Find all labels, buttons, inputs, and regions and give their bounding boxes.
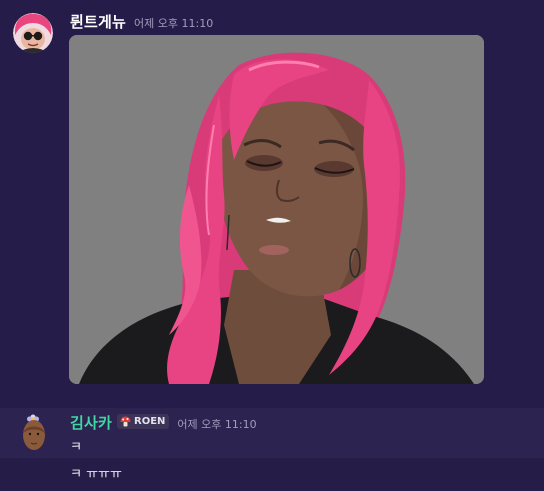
message-text: ㅋ ㅠㅠㅠ <box>70 467 122 482</box>
role-label: ROEN <box>134 416 166 427</box>
mushroom-icon <box>120 416 131 427</box>
message-text: ㅋ <box>70 440 82 455</box>
image-attachment[interactable] <box>69 35 484 384</box>
chat-messages: 륀트게뉴 어제 오후 11:10 김사카 ROEN 어제 오후 11:10 ㅋ … <box>0 0 544 491</box>
username[interactable]: 륀트게뉴 <box>70 11 126 32</box>
user-avatar[interactable] <box>14 412 54 452</box>
timestamp: 어제 오후 11:10 <box>134 17 214 30</box>
username[interactable]: 김사카 <box>70 412 112 433</box>
role-badge[interactable]: ROEN <box>117 414 170 429</box>
message-header: 륀트게뉴 어제 오후 11:10 <box>70 11 213 32</box>
user-avatar[interactable] <box>13 13 53 53</box>
timestamp: 어제 오후 11:10 <box>177 418 257 431</box>
message-header: 김사카 ROEN 어제 오후 11:10 <box>70 412 257 433</box>
